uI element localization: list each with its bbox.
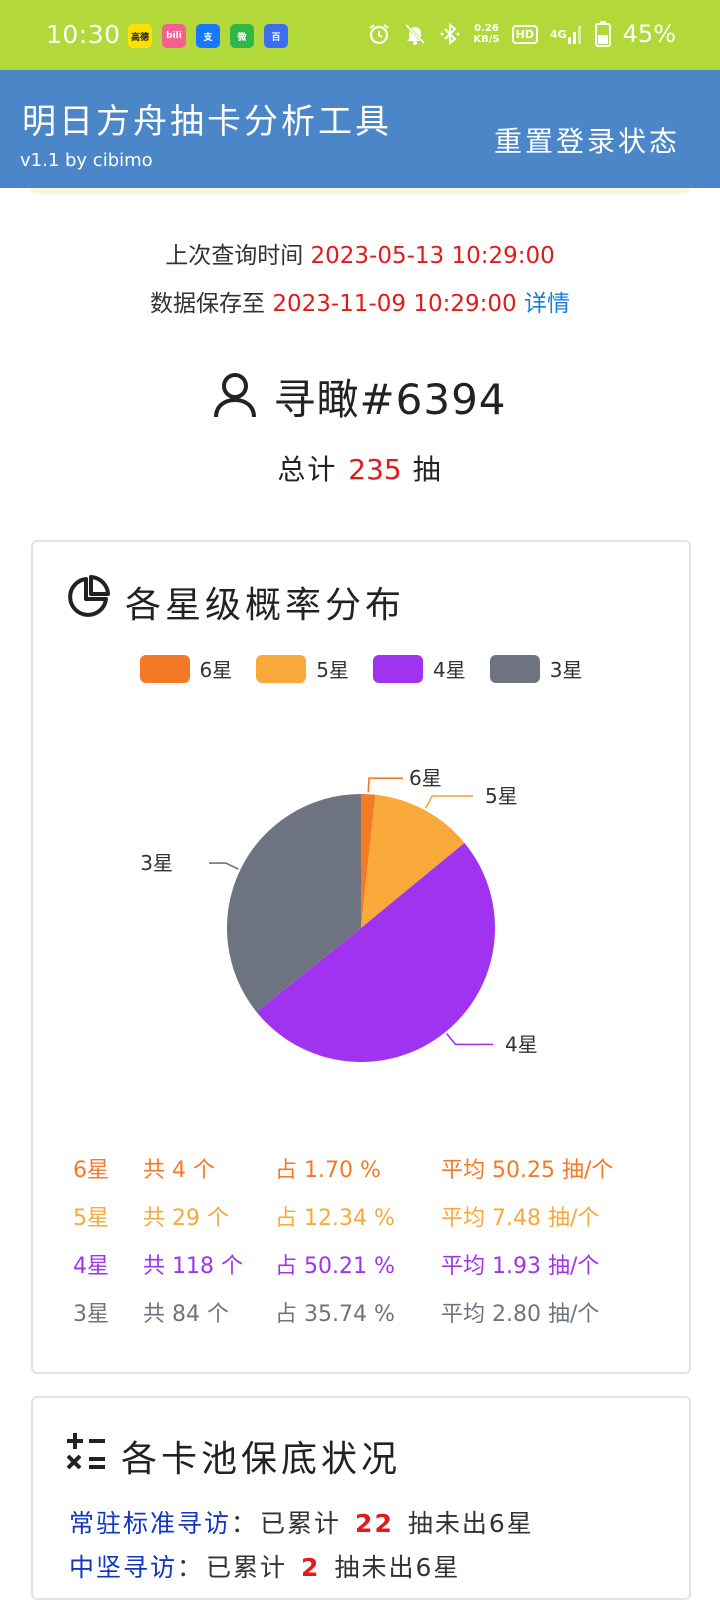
stat-percent: 占 35.74 % <box>275 1302 395 1327</box>
stat-average: 平均 50.25 抽/个 <box>441 1158 614 1183</box>
legend-label: 3星 <box>549 658 583 682</box>
saved-until-time: 2023-11-09 10:29:00 <box>272 291 517 317</box>
stat-star: 3星 <box>73 1302 109 1327</box>
legend-item[interactable]: 4星 <box>373 654 466 683</box>
pity-status-row: 中坚寻访：已累计 2 抽未出6星 <box>69 1548 460 1584</box>
stat-star: 4星 <box>73 1254 109 1279</box>
notice-banner-edge <box>30 188 690 194</box>
last-query-line: 上次查询时间 2023-05-13 10:29:00 <box>0 236 720 270</box>
user-row: 寻瞰#6394 <box>0 366 720 427</box>
stat-star: 5星 <box>73 1206 109 1231</box>
details-link[interactable]: 详情 <box>524 291 570 317</box>
legend-label: 4星 <box>433 658 466 682</box>
user-icon <box>213 371 257 423</box>
pie-slice-label: 5星 <box>485 784 518 808</box>
pie-label-line <box>367 777 403 793</box>
stat-percent: 占 1.70 % <box>275 1158 381 1183</box>
pie-chart: 6星 5星 4星 3星 <box>33 742 689 1102</box>
pity-status-row: 常驻标准寻访：已累计 22 抽未出6星 <box>69 1504 534 1540</box>
pity-suffix: 抽未出6星 <box>407 1509 534 1538</box>
battery-percent: 45% <box>622 20 676 48</box>
legend-swatch <box>373 654 423 683</box>
distribution-card-title: 各星级概率分布 <box>65 574 405 629</box>
pity-separator: ： <box>231 1509 259 1538</box>
pity-pool-name: 中坚寻访 <box>69 1553 178 1582</box>
last-query-time: 2023-05-13 10:29:00 <box>310 243 555 269</box>
stat-average: 平均 1.93 抽/个 <box>441 1254 600 1279</box>
status-indicators: 0.26 KB/S HD 4G 45% <box>367 20 676 48</box>
distribution-card: 各星级概率分布 6星 5星 4星 3星 6星 5星 4星 3星 6星共 4 个占 1.70 … <box>31 540 691 1374</box>
pity-count: 2 <box>301 1553 321 1582</box>
bluetooth-icon <box>439 22 461 46</box>
total-pulls-line: 总计 235 抽 <box>0 448 720 488</box>
pity-prefix: 已累计 <box>206 1553 288 1582</box>
distribution-title-text: 各星级概率分布 <box>125 584 406 626</box>
total-pulls-count: 235 <box>348 453 402 486</box>
stat-percent: 占 12.34 % <box>275 1206 395 1231</box>
pie-label-line <box>209 862 239 870</box>
reset-login-button[interactable]: 重置登录状态 <box>494 120 680 160</box>
app-version: v1.1 by cibimo <box>20 150 153 171</box>
status-app-icons: 高德 bili 支微百 <box>128 24 288 48</box>
alipay-app-icon: 支 <box>196 24 220 48</box>
legend-item[interactable]: 5星 <box>256 654 349 683</box>
pity-count: 22 <box>355 1509 394 1538</box>
calculator-icon <box>65 1431 107 1482</box>
total-suffix: 抽 <box>412 453 443 486</box>
pity-pool-name: 常驻标准寻访 <box>69 1509 232 1538</box>
stat-count: 共 118 个 <box>143 1254 243 1279</box>
battery-icon <box>594 21 611 47</box>
status-bar: 10:30 高德 bili 支微百 0.26 KB/S HD 4G 45% <box>0 0 720 70</box>
star-stat-row: 6星 共 4 个 占 1.70 % 平均 50.25 抽/个 <box>33 1146 689 1194</box>
pity-separator: ： <box>177 1553 205 1582</box>
pie-label-line <box>446 1033 493 1046</box>
legend-swatch <box>489 654 540 683</box>
app-header: 明日方舟抽卡分析工具 v1.1 by cibimo 重置登录状态 <box>0 70 720 188</box>
stat-count: 共 29 个 <box>143 1206 229 1231</box>
wechat-app-icon: 微 <box>230 24 254 48</box>
pity-suffix: 抽未出6星 <box>334 1553 461 1582</box>
app-title: 明日方舟抽卡分析工具 <box>22 102 392 142</box>
star-stat-row: 3星 共 84 个 占 35.74 % 平均 2.80 抽/个 <box>33 1290 689 1338</box>
pie-slice-label: 6星 <box>409 766 442 790</box>
saved-until-label: 数据保存至 <box>150 291 266 317</box>
alarm-icon <box>367 22 391 46</box>
hd-badge: HD <box>511 24 538 44</box>
baidu-app-icon: 百 <box>264 24 288 48</box>
pie-chart-icon <box>65 574 111 629</box>
stat-average: 平均 2.80 抽/个 <box>441 1302 600 1327</box>
legend-item[interactable]: 3星 <box>489 654 583 683</box>
pie-slice-label: 4星 <box>505 1032 538 1056</box>
legend-label: 5星 <box>316 658 349 682</box>
mute-bell-icon <box>403 22 427 46</box>
guarantee-card: 各卡池保底状况 常驻标准寻访：已累计 22 抽未出6星 中坚寻访：已累计 2 抽未出6星 <box>31 1396 691 1600</box>
gaode-app-icon: 高德 <box>128 24 152 48</box>
bilibili-app-icon: bili <box>162 24 186 48</box>
user-name: 寻瞰#6394 <box>273 375 507 424</box>
stat-count: 共 84 个 <box>143 1302 229 1327</box>
legend-swatch <box>139 654 190 683</box>
cell-signal-icon: 4G <box>550 23 583 45</box>
stat-star: 6星 <box>73 1158 109 1183</box>
chart-legend: 6星 5星 4星 3星 <box>33 654 689 683</box>
pie-label-line <box>424 795 473 809</box>
network-speed: 0.26 KB/S <box>473 23 500 45</box>
guarantee-card-title: 各卡池保底状况 <box>65 1430 401 1482</box>
pity-prefix: 已累计 <box>260 1509 342 1538</box>
stat-count: 共 4 个 <box>143 1158 215 1183</box>
last-query-label: 上次查询时间 <box>165 243 304 269</box>
stat-percent: 占 50.21 % <box>275 1254 395 1279</box>
saved-until-line: 数据保存至 2023-11-09 10:29:00 详情 <box>0 284 720 318</box>
legend-swatch <box>256 654 307 683</box>
star-stats-table: 6星 共 4 个 占 1.70 % 平均 50.25 抽/个 5星 共 29 个 占 12.… <box>33 1146 689 1338</box>
status-time: 10:30 <box>46 20 121 49</box>
star-stat-row: 5星 共 29 个 占 12.34 % 平均 7.48 抽/个 <box>33 1194 689 1242</box>
legend-item[interactable]: 6星 <box>139 654 233 683</box>
total-prefix: 总计 <box>277 453 338 486</box>
guarantee-title-text: 各卡池保底状况 <box>121 1439 402 1480</box>
star-stat-row: 4星 共 118 个 占 50.21 % 平均 1.93 抽/个 <box>33 1242 689 1290</box>
legend-label: 6星 <box>199 658 233 682</box>
pie-slice-label: 3星 <box>140 851 173 875</box>
stat-average: 平均 7.48 抽/个 <box>441 1206 600 1231</box>
